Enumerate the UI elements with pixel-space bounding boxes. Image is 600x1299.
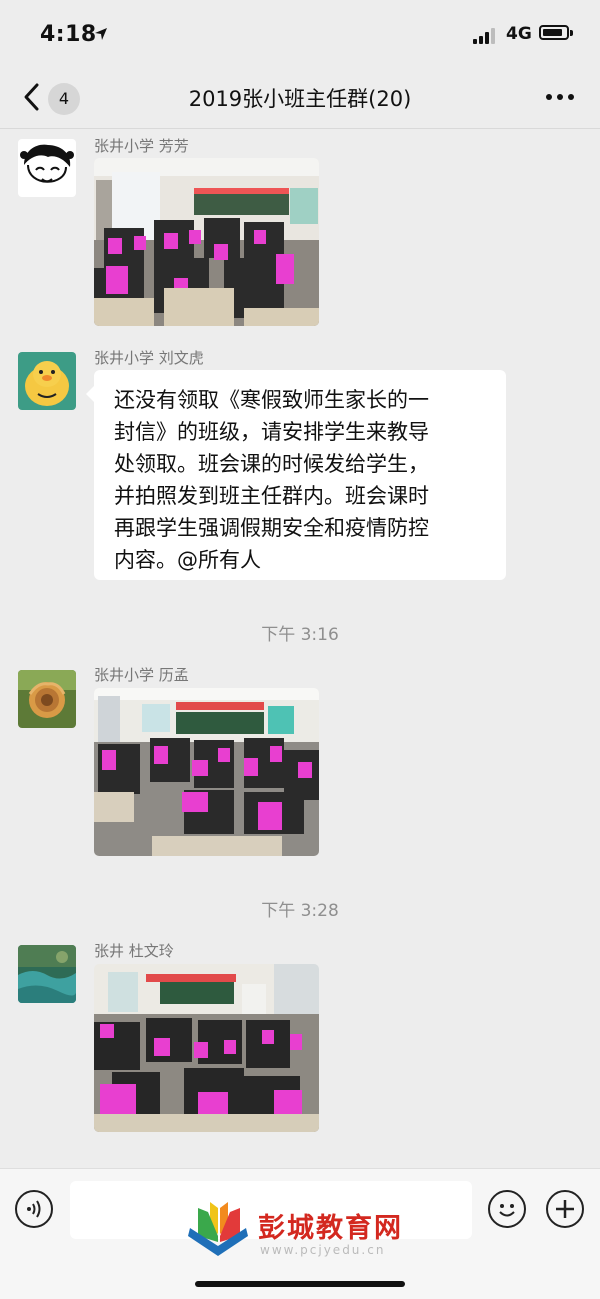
image-message[interactable]: [94, 688, 319, 856]
chat-title: 2019张小班主任群(20): [188, 87, 412, 111]
message-line: 内容。@所有人: [114, 548, 261, 572]
book-logo-icon: [188, 1202, 248, 1256]
sender-name: 张井小学 历孟: [94, 666, 189, 684]
network-type: 4G: [506, 24, 532, 44]
more-options-icon[interactable]: [545, 93, 575, 101]
text-message-bubble[interactable]: 还没有领取《寒假致师生家长的一 封信》的班级，请安排学生来教导 处领取。班会课的…: [86, 370, 506, 580]
classroom-photo-icon: [94, 964, 319, 1132]
message-line: 处领取。班会课的时候发给学生，: [114, 452, 429, 476]
signal-icon: [473, 28, 495, 44]
message-line: 还没有领取《寒假致师生家长的一: [114, 388, 429, 412]
avatar[interactable]: [18, 945, 76, 1003]
watermark-text: 彭城教育网: [258, 1213, 403, 1244]
home-indicator[interactable]: [195, 1281, 405, 1287]
timestamp: 下午 3:28: [261, 901, 339, 921]
avatar[interactable]: [18, 139, 76, 197]
emoji-icon[interactable]: [488, 1190, 526, 1228]
watermark-url: www.pcjyedu.cn: [260, 1243, 386, 1257]
image-message[interactable]: [94, 158, 319, 326]
sender-name: 张井 杜文玲: [94, 942, 174, 960]
status-bar: 4:18 4G: [0, 0, 600, 66]
image-message[interactable]: [94, 964, 319, 1132]
classroom-photo-icon: [94, 688, 319, 856]
avatar[interactable]: [18, 352, 76, 410]
location-arrow-icon: [95, 28, 107, 40]
sender-name: 张井小学 刘文虎: [94, 349, 204, 367]
avatar[interactable]: [18, 670, 76, 728]
flower-avatar-icon: [18, 670, 76, 728]
plus-icon[interactable]: [546, 1190, 584, 1228]
voice-icon[interactable]: [15, 1190, 53, 1228]
message-line: 封信》的班级，请安排学生来教导: [114, 420, 429, 444]
message-line: 再跟学生强调假期安全和疫情防控: [114, 516, 429, 540]
battery-tip: [570, 30, 573, 36]
landscape-avatar-icon: [18, 945, 76, 1003]
sender-name: 张井小学 芳芳: [94, 137, 189, 155]
smiley-icon: [499, 1204, 515, 1217]
yellow-duck-avatar-icon: [18, 352, 76, 410]
timestamp: 下午 3:16: [261, 625, 339, 645]
cartoon-girl-avatar-icon: [18, 139, 76, 197]
battery-icon: [539, 25, 569, 40]
chat-header: 4 2019张小班主任群(20): [0, 66, 600, 129]
classroom-photo-icon: [94, 158, 319, 326]
plus-sign-icon: [556, 1200, 574, 1218]
watermark: 彭城教育网 www.pcjyedu.cn: [186, 1202, 426, 1262]
voice-wave-icon: [27, 1200, 41, 1218]
status-time: 4:18: [40, 22, 97, 47]
message-line: 并拍照发到班主任群内。班会课时: [114, 484, 429, 508]
